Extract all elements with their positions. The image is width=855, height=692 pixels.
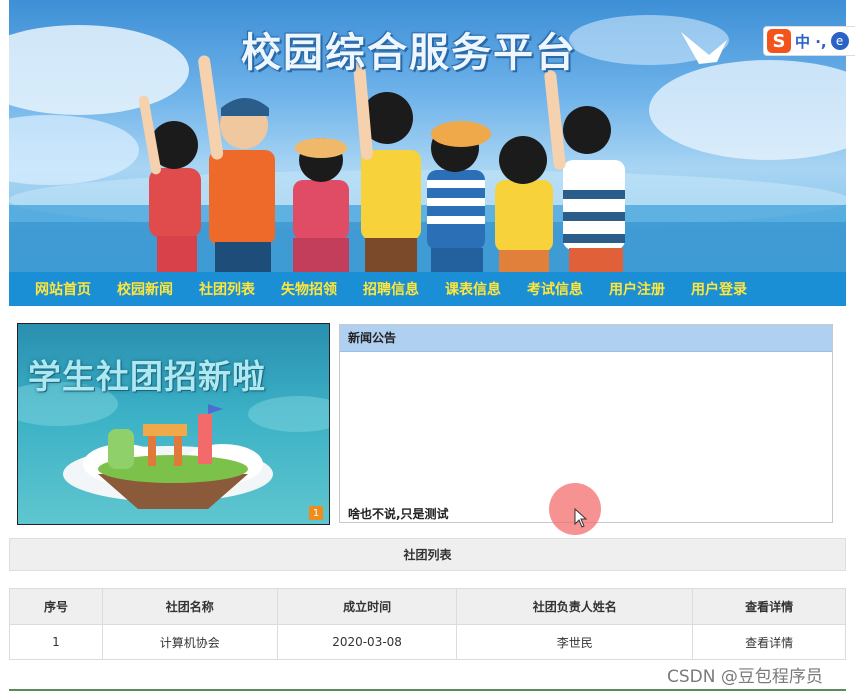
table-header-row: 序号 社团名称 成立时间 社团负责人姓名 查看详情 [9, 588, 846, 625]
nav-item-register[interactable]: 用户注册 [609, 279, 665, 299]
nav-item-timetable[interactable]: 课表信息 [445, 279, 501, 299]
nav-item-home[interactable]: 网站首页 [35, 279, 91, 299]
nav-item-exams[interactable]: 考试信息 [527, 279, 583, 299]
banner-slideshow[interactable]: 学生社团招新啦 1 [17, 323, 330, 525]
slide-index-badge[interactable]: 1 [309, 506, 323, 520]
column-header-founded: 成立时间 [276, 588, 458, 625]
slide-title: 学生社团招新啦 [28, 357, 266, 396]
footer-divider [9, 689, 846, 691]
club-table: 序号 社团名称 成立时间 社团负责人姓名 查看详情 1 计算机协会 2020-0… [9, 588, 846, 660]
cell-club-name: 计算机协会 [101, 624, 278, 660]
column-header-details: 查看详情 [692, 588, 846, 625]
club-list-title: 社团列表 [9, 538, 846, 571]
column-header-index: 序号 [9, 588, 103, 625]
sogou-ime-icon[interactable]: S [767, 29, 791, 53]
main-nav: 网站首页 校园新闻 社团列表 失物招领 招聘信息 课表信息 考试信息 用户注册 … [9, 272, 846, 306]
column-header-club-name: 社团名称 [101, 588, 278, 625]
cell-founded: 2020-03-08 [276, 624, 458, 660]
nav-item-login[interactable]: 用户登录 [691, 279, 747, 299]
header-banner: 校园综合服务平台 [9, 0, 846, 272]
watermark: CSDN @豆包程序员 [667, 667, 823, 687]
nav-item-jobs[interactable]: 招聘信息 [363, 279, 419, 299]
table-row: 1 计算机协会 2020-03-08 李世民 查看详情 [9, 624, 846, 660]
site-title: 校园综合服务平台 [241, 30, 577, 76]
news-item[interactable]: 啥也不说,只是测试 [348, 505, 449, 522]
nav-item-lost-found[interactable]: 失物招领 [281, 279, 337, 299]
mouse-cursor-icon [574, 508, 588, 528]
column-header-leader: 社团负责人姓名 [456, 588, 694, 625]
news-panel-heading: 新闻公告 [340, 325, 832, 352]
ime-toolbar[interactable]: S 中 ·, e [763, 26, 855, 56]
view-details-link[interactable]: 查看详情 [692, 624, 846, 660]
nav-item-news[interactable]: 校园新闻 [117, 279, 173, 299]
ime-mode-text[interactable]: 中 ·, [795, 31, 827, 52]
cell-index: 1 [9, 624, 103, 660]
ime-extra-icon[interactable]: e [830, 32, 849, 50]
cell-leader: 李世民 [456, 624, 694, 660]
nav-item-clubs[interactable]: 社团列表 [199, 279, 255, 299]
